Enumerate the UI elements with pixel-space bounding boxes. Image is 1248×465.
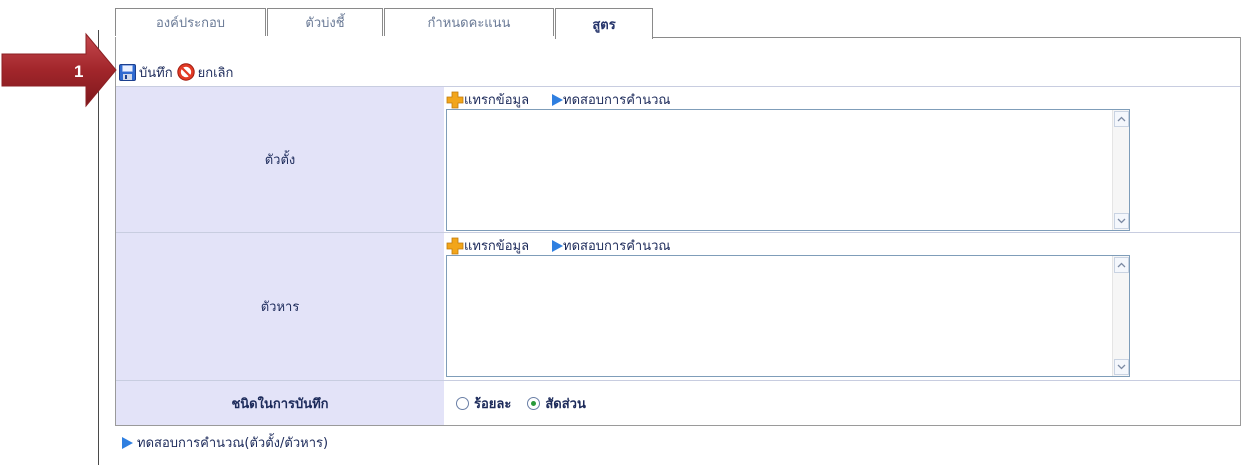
test-calc-label: ทดสอบการคำนวณ: [563, 93, 671, 108]
denominator-row: ตัวหาร แทรกข้อมูล ทดสอบการคำนวณ: [116, 232, 1240, 380]
chevron-up-icon: [1117, 262, 1126, 268]
denominator-label: ตัวหาร: [116, 233, 445, 380]
radio-percent-circle[interactable]: [456, 397, 469, 410]
chevron-up-icon: [1117, 116, 1126, 122]
floppy-disk-icon: [119, 63, 136, 81]
plus-icon: [446, 237, 464, 254]
test-calc-ratio-link[interactable]: ทดสอบการคำนวณ(ตัวตั้ง/ตัวหาร): [121, 432, 328, 453]
radio-percent-label: ร้อยละ: [474, 397, 512, 412]
denominator-value-cell: แทรกข้อมูล ทดสอบการคำนวณ: [444, 233, 1240, 380]
no-entry-icon: [176, 63, 195, 81]
radio-ratio-circle[interactable]: [527, 397, 541, 410]
record-type-row: ชนิดในการบันทึก ร้อยละ สัดส่วน: [116, 380, 1240, 425]
denominator-links: แทรกข้อมูล ทดสอบการคำนวณ: [446, 235, 670, 256]
denominator-scrollbar[interactable]: [1112, 256, 1129, 376]
tab-scoring[interactable]: กำหนดคะแนน: [384, 8, 554, 36]
numerator-textarea[interactable]: [446, 109, 1130, 231]
test-calc-link[interactable]: ทดสอบการคำนวณ: [551, 235, 670, 256]
callout-number: 1: [74, 62, 84, 81]
formula-page: องค์ประกอบ ตัวบ่งชี้ กำหนดคะแนน สูตร 1 บ…: [0, 0, 1248, 465]
numerator-label: ตัวตั้ง: [116, 87, 445, 232]
tab-formula[interactable]: สูตร: [555, 8, 653, 39]
radio-ratio-label: สัดส่วน: [545, 397, 586, 412]
scroll-down-button[interactable]: [1114, 359, 1129, 375]
record-type-value-cell: ร้อยละ สัดส่วน: [444, 381, 1240, 425]
callout-arrow: [1, 32, 117, 108]
cancel-label: ยกเลิก: [197, 65, 234, 81]
insert-data-label: แทรกข้อมูล: [464, 239, 530, 254]
insert-data-label: แทรกข้อมูล: [464, 93, 530, 108]
tab-components[interactable]: องค์ประกอบ: [115, 8, 266, 36]
toolbar: บันทึก ยกเลิก: [119, 61, 237, 83]
numerator-scrollbar[interactable]: [1112, 110, 1129, 230]
play-arrow-icon: [122, 436, 133, 449]
play-arrow-icon: [552, 239, 564, 252]
radio-percent[interactable]: ร้อยละ: [456, 393, 511, 414]
scroll-up-button[interactable]: [1114, 111, 1129, 127]
save-label: บันทึก: [139, 65, 173, 81]
radio-ratio[interactable]: สัดส่วน: [527, 393, 586, 414]
test-calc-label: ทดสอบการคำนวณ: [563, 239, 671, 254]
scroll-up-button[interactable]: [1114, 257, 1129, 273]
chevron-down-icon: [1117, 364, 1126, 370]
play-arrow-icon: [552, 93, 564, 106]
cancel-button[interactable]: ยกเลิก: [176, 62, 234, 83]
test-calc-link[interactable]: ทดสอบการคำนวณ: [551, 89, 670, 110]
tab-bar: องค์ประกอบ ตัวบ่งชี้ กำหนดคะแนน สูตร: [115, 8, 654, 39]
tab-indicators[interactable]: ตัวบ่งชี้: [267, 8, 383, 36]
insert-data-link[interactable]: แทรกข้อมูล: [446, 235, 529, 256]
numerator-links: แทรกข้อมูล ทดสอบการคำนวณ: [446, 89, 670, 110]
numerator-value-cell: แทรกข้อมูล ทดสอบการคำนวณ: [444, 87, 1240, 232]
save-button[interactable]: บันทึก: [119, 62, 173, 83]
record-type-options: ร้อยละ สัดส่วน: [456, 393, 602, 414]
scroll-down-button[interactable]: [1114, 213, 1129, 229]
numerator-row: ตัวตั้ง แทรกข้อมูล ทดสอบการคำนวณ: [116, 86, 1240, 232]
plus-icon: [446, 91, 464, 108]
test-calc-ratio-label: ทดสอบการคำนวณ(ตัวตั้ง/ตัวหาร): [137, 436, 329, 451]
chevron-down-icon: [1117, 218, 1126, 224]
denominator-textarea[interactable]: [446, 255, 1130, 377]
insert-data-link[interactable]: แทรกข้อมูล: [446, 89, 529, 110]
record-type-label: ชนิดในการบันทึก: [116, 381, 445, 425]
